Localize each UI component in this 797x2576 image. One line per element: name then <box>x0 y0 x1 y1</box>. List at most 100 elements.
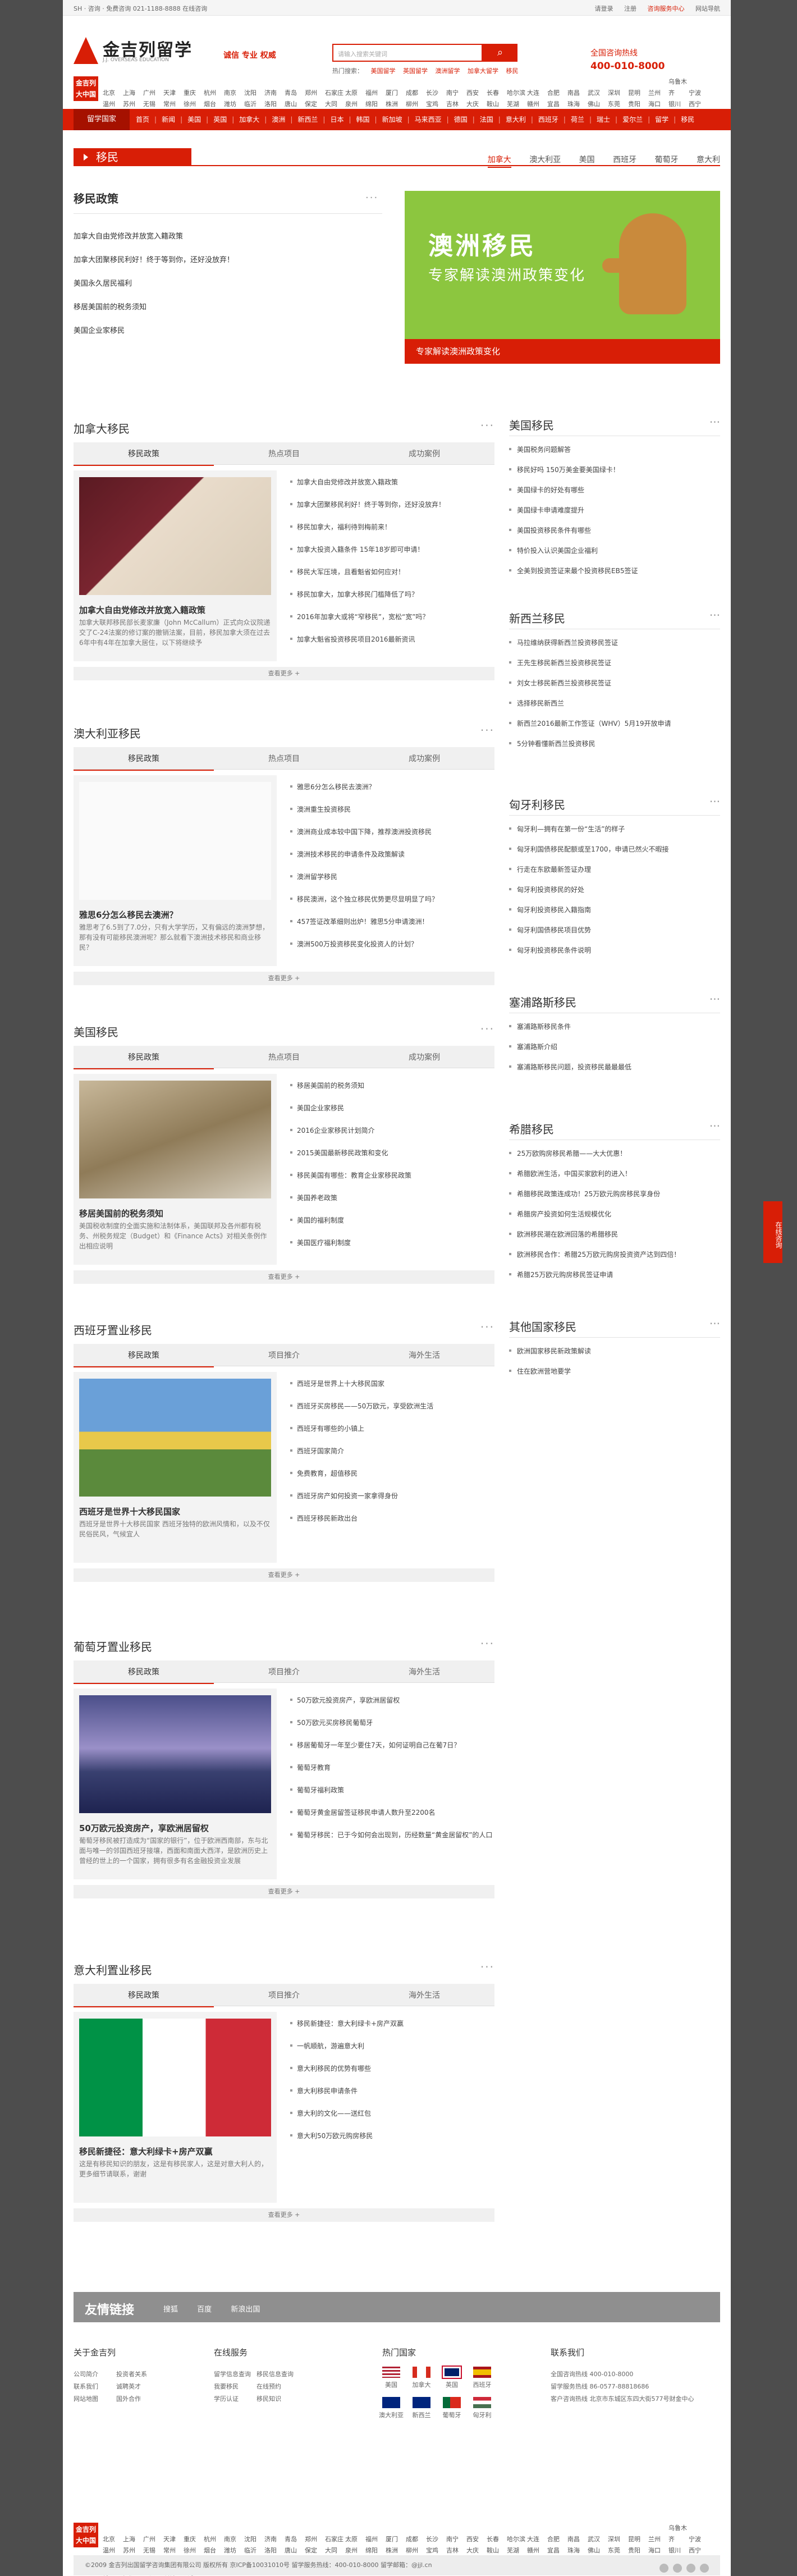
nav-item[interactable]: 西班牙 <box>538 116 558 123</box>
article-link[interactable]: 一帆顺航，游遍意大利 <box>290 2041 494 2063</box>
side-link[interactable]: 匈牙利投资移民条件说明 <box>509 945 720 966</box>
city-link[interactable]: 哈尔滨 <box>507 2534 527 2545</box>
city-link[interactable]: 柳州 <box>406 2545 426 2556</box>
city-link[interactable]: 南京 <box>224 2534 244 2545</box>
city-link[interactable]: 洛阳 <box>264 99 285 110</box>
city-link[interactable]: 合肥 <box>547 88 567 99</box>
city-link[interactable]: 深圳 <box>608 2534 628 2545</box>
city-link[interactable]: 大连 <box>527 2534 547 2545</box>
city-link[interactable]: 昆明 <box>628 2534 648 2545</box>
australia-flag-icon[interactable] <box>382 2397 400 2408</box>
article-link[interactable]: 葡萄牙教育 <box>290 1763 494 1785</box>
city-link[interactable]: 石家庄 <box>325 88 345 99</box>
register-link[interactable]: 注册 <box>624 5 636 12</box>
side-link[interactable]: 美国投资移民条件有哪些 <box>509 525 720 546</box>
city-link[interactable]: 柳州 <box>406 99 426 110</box>
article-link[interactable]: 西班牙是世界上十大移民国家 <box>290 1379 494 1401</box>
featured-article[interactable]: 加拿大自由党修改并放宽入籍政策 加拿大联邦移民部长麦家廉（John McCallu… <box>74 470 277 661</box>
city-link[interactable]: 合肥 <box>547 2534 567 2545</box>
featured-article[interactable]: 西班牙是世界十大移民国家 西班牙是世界十大移民国家 西班牙独特的欧洲风情和，以及不… <box>74 1372 277 1563</box>
more-dots-button[interactable]: ··· <box>480 1320 494 1334</box>
side-link[interactable]: 住在欧洲营地要学 <box>509 1366 720 1387</box>
side-link[interactable]: 欧洲国家移民新政策解读 <box>509 1346 720 1366</box>
city-link[interactable]: 烟台 <box>204 2545 224 2556</box>
article-link[interactable]: 葡萄牙移民：已于今如何会出现到，历经数量“黄金居留权”的人口 <box>290 1830 494 1852</box>
section-tab[interactable]: 成功案例 <box>354 1051 494 1063</box>
article-link[interactable]: 西班牙有哪些的小镇上 <box>290 1424 494 1446</box>
side-link[interactable]: 行走在东欧最新签证办理 <box>509 864 720 885</box>
city-link[interactable]: 南宁 <box>446 88 466 99</box>
city-link[interactable]: 西安 <box>466 2534 487 2545</box>
side-link[interactable]: 匈牙利投资移民入籍指南 <box>509 905 720 925</box>
uk-flag-icon[interactable] <box>442 2365 462 2379</box>
section-tab[interactable]: 项目推介 <box>214 1349 354 1361</box>
section-tab[interactable]: 移民政策 <box>74 1666 214 1684</box>
city-link[interactable]: 兰州 <box>648 2534 668 2545</box>
section-tab[interactable]: 移民政策 <box>74 1051 214 1069</box>
article-link[interactable]: 移民澳洲，这个独立移民优势更尽显明显了吗？ <box>290 894 494 917</box>
city-link[interactable]: 南宁 <box>446 2534 466 2545</box>
side-link[interactable]: 匈牙利国债移民配额或至1700，申请已然火不暇接 <box>509 844 720 864</box>
canada-flag-icon[interactable] <box>413 2367 430 2378</box>
city-link[interactable]: 西宁 <box>689 2545 709 2556</box>
more-dots-button[interactable]: ··· <box>709 608 720 622</box>
city-link[interactable]: 株洲 <box>386 2545 406 2556</box>
site-map-link[interactable]: 网站导航 <box>695 5 720 12</box>
more-dots-button[interactable]: ··· <box>709 415 720 429</box>
city-link[interactable]: 广州 <box>143 2534 163 2545</box>
city-link[interactable]: 石家庄 <box>325 2534 345 2545</box>
view-more-button[interactable]: 查看更多 + <box>74 2208 494 2222</box>
logo[interactable]: 金吉列留学 J.J. OVERSEAS EDUCATION <box>74 35 208 67</box>
city-link[interactable]: 青岛 <box>285 2534 305 2545</box>
article-link[interactable]: 雅思6分怎么移民去澳洲？ <box>290 782 494 804</box>
city-link[interactable]: 西安 <box>466 88 487 99</box>
city-link[interactable]: 重庆 <box>184 2534 204 2545</box>
side-link[interactable]: 全美到投资签证来最个投资移民EB5签证 <box>509 566 720 586</box>
city-link[interactable]: 宜昌 <box>547 99 567 110</box>
section-tab[interactable]: 移民政策 <box>74 448 214 466</box>
city-link[interactable]: 绵阳 <box>365 2545 386 2556</box>
nav-item[interactable]: 韩国 <box>356 116 370 123</box>
article-link[interactable]: 移民美国有哪些：教育企业家移民政策 <box>290 1170 494 1193</box>
footer-link[interactable]: 移民知识 <box>256 2393 299 2405</box>
more-dots-button[interactable]: ··· <box>480 724 494 737</box>
nav-item[interactable]: 加拿大 <box>239 116 259 123</box>
view-more-button[interactable]: 查看更多 + <box>74 972 494 985</box>
article-link[interactable]: 美国的福利制度 <box>290 1215 494 1238</box>
article-link[interactable]: 澳洲技术移民的申请条件及政策解读 <box>290 849 494 872</box>
tab-usa[interactable]: 美国 <box>579 155 595 164</box>
city-link[interactable]: 珠海 <box>567 99 588 110</box>
city-link[interactable]: 上海 <box>123 2534 143 2545</box>
side-link[interactable]: 欧洲移民合作：希腊25万欧元购房投资资产达到四倍！ <box>509 1250 720 1270</box>
nav-item[interactable]: 美国 <box>187 116 201 123</box>
article-link[interactable]: 移民新捷径：意大利绿卡+房产双赢 <box>290 2019 494 2041</box>
city-link[interactable]: 潍坊 <box>224 99 244 110</box>
city-link[interactable]: 鞍山 <box>487 99 507 110</box>
tab-australia[interactable]: 澳大利亚 <box>529 155 561 164</box>
search-button[interactable]: ⌕ <box>483 44 517 62</box>
side-link[interactable]: 塞浦路斯移民条件 <box>509 1022 720 1042</box>
section-tab[interactable]: 海外生活 <box>354 1349 494 1361</box>
city-link[interactable]: 唐山 <box>285 2545 305 2556</box>
side-link[interactable]: 王先生移民新西兰投资移民签证 <box>509 658 720 678</box>
nav-item[interactable]: 首页 <box>136 116 149 123</box>
newzealand-flag-icon[interactable] <box>413 2397 430 2408</box>
more-dots-button[interactable]: ··· <box>709 1119 720 1133</box>
city-link[interactable]: 绵阳 <box>365 99 386 110</box>
weibo-icon[interactable] <box>659 2564 668 2573</box>
section-tab[interactable]: 移民政策 <box>74 1989 214 2007</box>
city-link[interactable]: 北京 <box>103 2534 123 2545</box>
tab-spain[interactable]: 西班牙 <box>613 155 636 164</box>
article-link[interactable]: 2015美国最新移民政策和变化 <box>290 1148 494 1170</box>
city-link[interactable]: 乌鲁木齐 <box>668 76 689 99</box>
city-link[interactable]: 苏州 <box>123 2545 143 2556</box>
article-link[interactable]: 移居美国前的税务须知 <box>290 1081 494 1103</box>
side-link[interactable]: 5分钟看懂新西兰投资移民 <box>509 739 720 759</box>
city-link[interactable]: 大同 <box>325 99 345 110</box>
article-link[interactable]: 澳洲重生投资移民 <box>290 804 494 827</box>
nav-item[interactable]: 新西兰 <box>297 116 318 123</box>
city-link[interactable]: 保定 <box>305 2545 325 2556</box>
side-link[interactable]: 移民好吗 150万美金要美国绿卡！ <box>509 465 720 485</box>
city-link[interactable]: 温州 <box>103 2545 123 2556</box>
policy-item[interactable]: 移居美国前的税务须知 <box>74 301 234 324</box>
